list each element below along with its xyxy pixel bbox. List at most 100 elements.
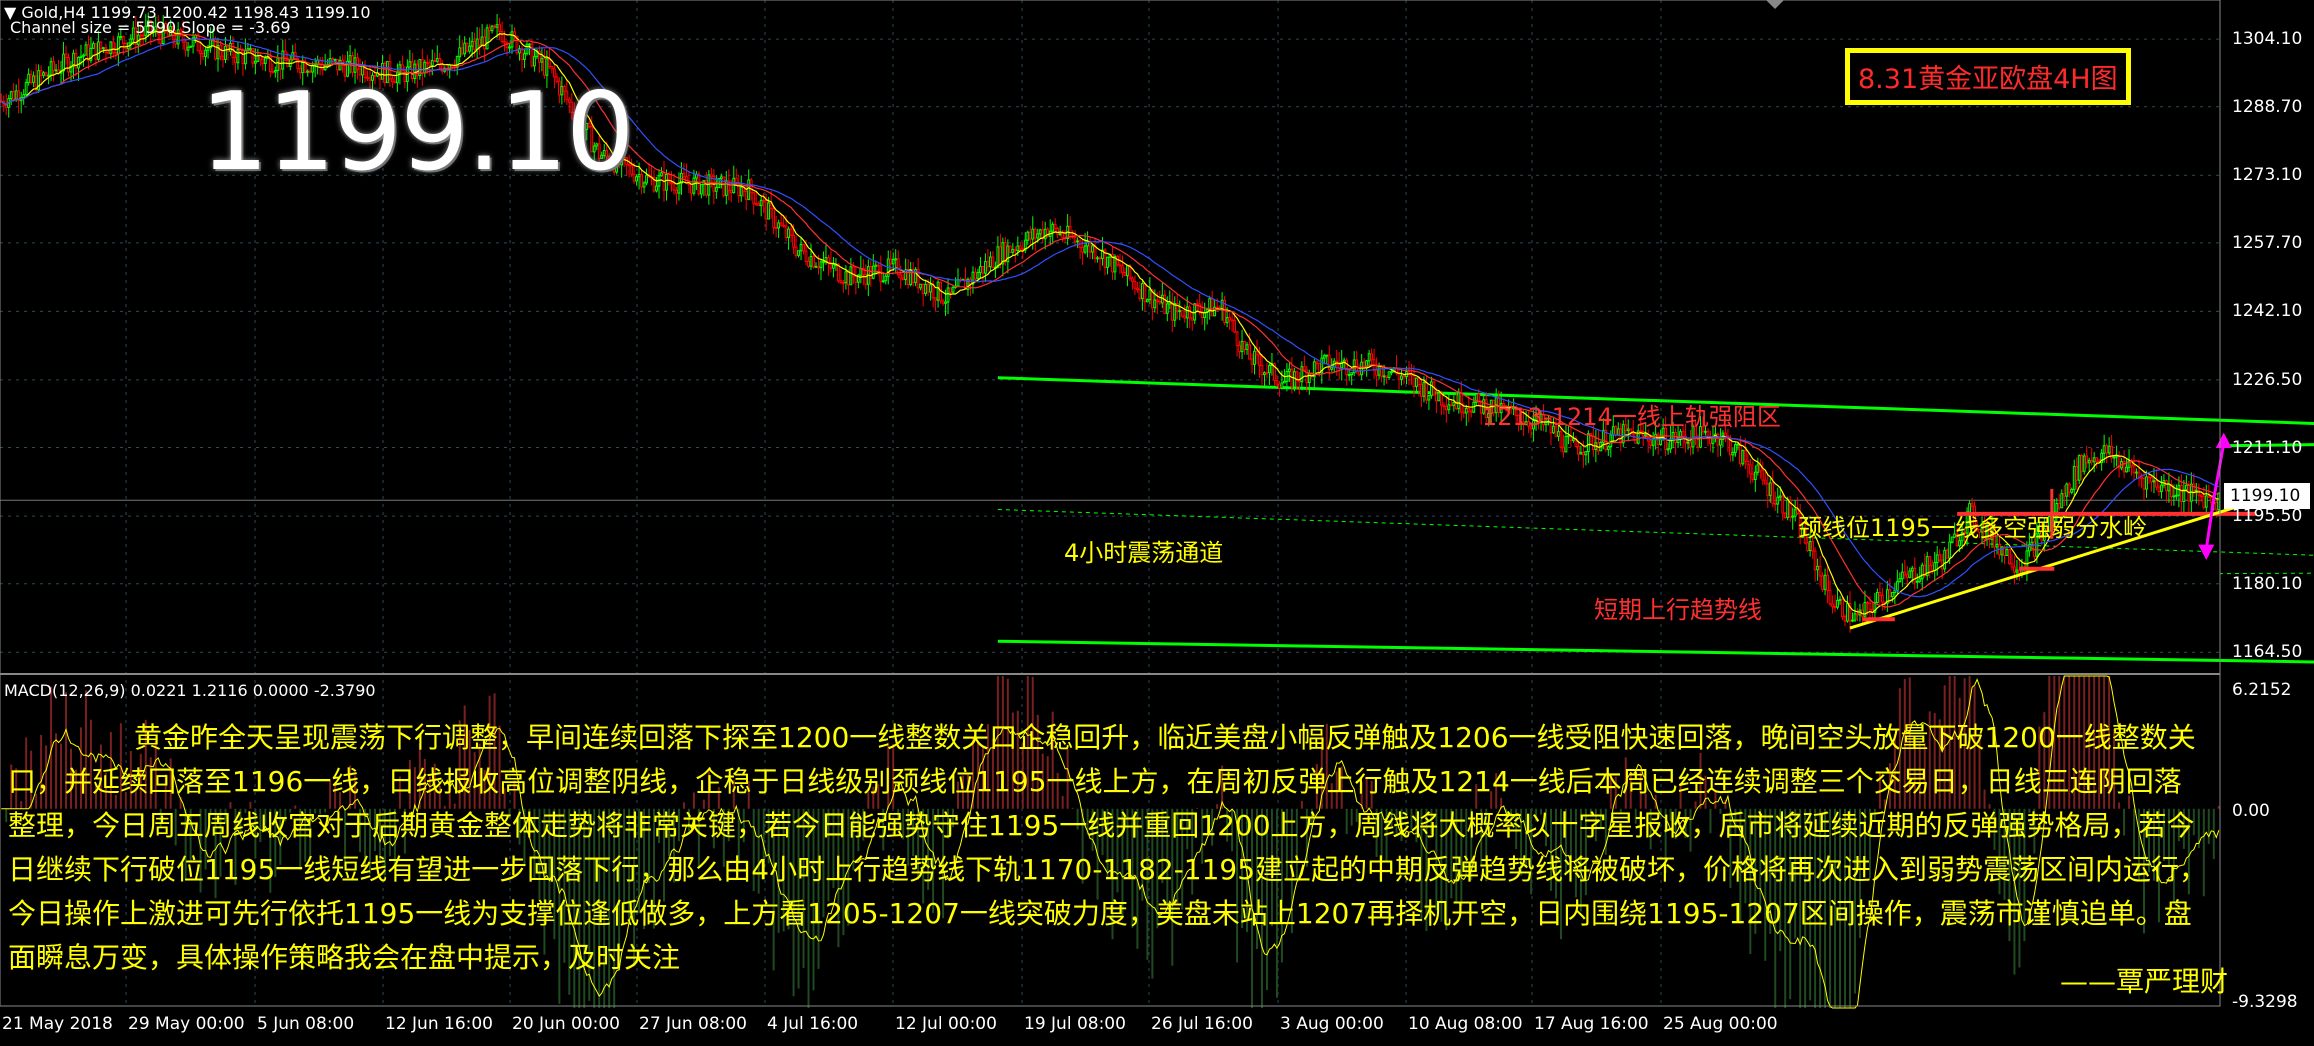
candle-body bbox=[1056, 228, 1060, 236]
candle-body bbox=[1143, 283, 1147, 303]
price-tick-label: 1257.70 bbox=[2232, 232, 2303, 253]
candle-body bbox=[283, 50, 287, 62]
candle-body bbox=[2207, 495, 2211, 498]
candle-body bbox=[1477, 393, 1481, 402]
candle-body bbox=[675, 189, 678, 194]
candle-body bbox=[1420, 383, 1423, 397]
candle-body bbox=[480, 36, 484, 46]
candle-body bbox=[1098, 257, 1102, 260]
candle-body bbox=[1634, 433, 1638, 444]
candle-body bbox=[1562, 446, 1565, 453]
time-tick-label: 12 Jul 00:00 bbox=[895, 1014, 997, 1034]
candle-body bbox=[4, 104, 8, 108]
candle-body bbox=[655, 185, 658, 192]
candle-body bbox=[1449, 404, 1453, 407]
candle-body bbox=[984, 261, 987, 274]
candle-body bbox=[904, 269, 908, 281]
candle-body bbox=[82, 54, 85, 57]
candle-body bbox=[754, 203, 758, 206]
candle-body bbox=[1385, 375, 1388, 378]
candle-body bbox=[1709, 437, 1712, 445]
candle-body bbox=[1123, 272, 1127, 277]
price-tick-label: 1242.10 bbox=[2232, 301, 2303, 322]
candle-body bbox=[2085, 455, 2089, 464]
candle-body bbox=[1938, 554, 1942, 561]
candle-body bbox=[1031, 228, 1035, 240]
candle-body bbox=[348, 55, 352, 62]
candle-body bbox=[1876, 591, 1879, 603]
candle-body bbox=[331, 58, 335, 61]
candle-body bbox=[62, 53, 65, 72]
candle-body bbox=[1933, 562, 1937, 571]
candle-body bbox=[1382, 375, 1386, 378]
candle-body bbox=[12, 91, 16, 101]
scroll-marker-icon[interactable] bbox=[1766, 0, 1784, 9]
candle-body bbox=[2062, 493, 2066, 497]
candle-body bbox=[39, 70, 43, 76]
candle-body bbox=[936, 281, 940, 301]
candle-body bbox=[116, 36, 120, 55]
candle-body bbox=[1838, 598, 1842, 601]
candle-body bbox=[891, 258, 895, 265]
candle-body bbox=[1444, 406, 1448, 411]
candle-body bbox=[1811, 541, 1815, 552]
candle-body bbox=[483, 36, 487, 50]
candle-body bbox=[1995, 543, 1999, 548]
candle-body bbox=[1851, 619, 1854, 622]
candle-body bbox=[1948, 541, 1952, 559]
candle-body bbox=[1081, 246, 1084, 253]
candle-body bbox=[490, 25, 494, 32]
candle-body bbox=[1559, 431, 1563, 448]
candle-body bbox=[2179, 485, 2183, 503]
candle-body bbox=[979, 265, 982, 274]
candle-body bbox=[1868, 602, 1872, 611]
candle-body bbox=[924, 283, 928, 294]
candle-body bbox=[819, 261, 823, 269]
candle-body bbox=[854, 275, 858, 283]
candle-body bbox=[1347, 374, 1351, 377]
candle-body bbox=[258, 55, 262, 61]
candle-body bbox=[1711, 437, 1715, 445]
candle-body bbox=[468, 45, 472, 52]
candle-body bbox=[1823, 574, 1827, 590]
candle-body bbox=[1183, 315, 1187, 319]
candle-body bbox=[1228, 317, 1231, 321]
candle-body bbox=[1467, 407, 1471, 412]
candle-body bbox=[2105, 445, 2109, 454]
candle-body bbox=[1190, 317, 1194, 321]
candle-body bbox=[719, 176, 723, 180]
candle-body bbox=[1133, 280, 1137, 289]
candle-body bbox=[2194, 489, 2198, 492]
candle-body bbox=[1427, 395, 1431, 401]
candle-body bbox=[1856, 613, 1859, 616]
candle-body bbox=[1155, 299, 1159, 302]
candle-body bbox=[435, 57, 439, 62]
candle-body bbox=[1724, 432, 1727, 437]
candle-body bbox=[1061, 232, 1065, 239]
candle-body bbox=[2102, 445, 2106, 454]
candle-body bbox=[1606, 446, 1610, 451]
candle-body bbox=[1016, 245, 1020, 252]
time-tick-label: 4 Jul 16:00 bbox=[767, 1014, 859, 1034]
candle-body bbox=[759, 199, 763, 207]
candle-body bbox=[1970, 503, 1974, 507]
candle-body bbox=[844, 271, 848, 284]
candle-body bbox=[752, 192, 756, 205]
candle-body bbox=[1165, 303, 1169, 314]
candle-body bbox=[1818, 565, 1822, 577]
candle-body bbox=[1068, 225, 1072, 237]
candle-body bbox=[1322, 355, 1326, 359]
candle-body bbox=[1689, 441, 1692, 448]
candle-body bbox=[1928, 556, 1932, 566]
candle-body bbox=[1586, 433, 1590, 453]
candle-body bbox=[744, 190, 748, 200]
candle-body bbox=[236, 49, 240, 64]
candle-body bbox=[1591, 435, 1595, 450]
candle-body bbox=[2145, 476, 2148, 490]
candle-body bbox=[837, 263, 840, 282]
candle-body bbox=[1895, 581, 1899, 591]
candle-body bbox=[1126, 265, 1129, 277]
candle-body bbox=[782, 224, 786, 227]
up-arrow-head bbox=[2215, 432, 2232, 448]
candle-body bbox=[1215, 306, 1219, 309]
